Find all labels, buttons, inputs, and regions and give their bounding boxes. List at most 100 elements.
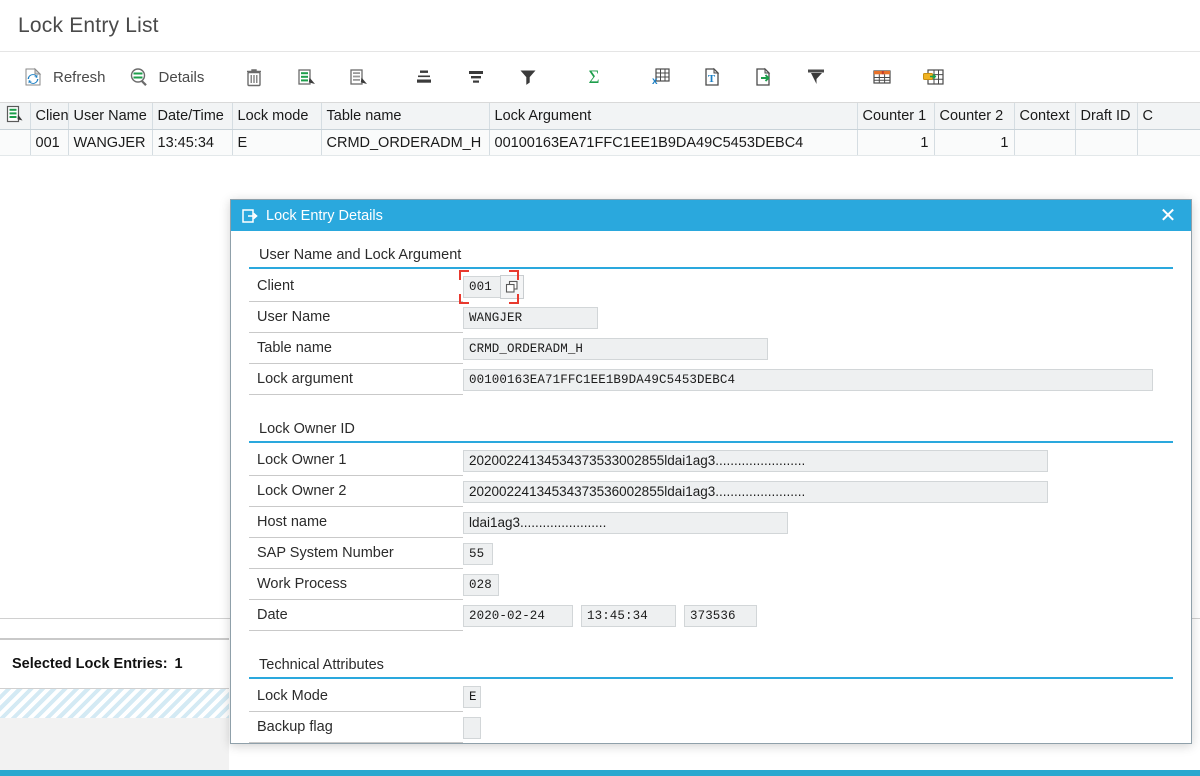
selected-entries-label: Selected Lock Entries: [12, 656, 168, 672]
filter-sort-button[interactable] [450, 59, 502, 95]
selected-entries-count: 1 [174, 656, 183, 672]
table-row[interactable]: 001 WANGJER 13:45:34 E CRMD_ORDERADM_H 0… [0, 129, 1200, 156]
field-row-lock-mode: Lock Mode E [249, 681, 1173, 712]
label-date: Date [249, 600, 463, 631]
delete-trash-icon [241, 64, 267, 90]
column-header-lock-mode[interactable]: Lock mode [232, 103, 322, 130]
host-name-input[interactable]: ldai1ag3....................... [463, 511, 788, 534]
change-layout-button[interactable] [856, 59, 908, 95]
app-title-bar: Lock Entry List [0, 0, 1200, 52]
cell-draft-id [1075, 129, 1138, 156]
select-all-rows-icon [5, 105, 25, 127]
cell-context [1014, 129, 1076, 156]
print-preview-button[interactable] [790, 59, 842, 95]
filter-funnel-icon [515, 64, 541, 90]
value-user-name: WANGJER [463, 302, 1173, 333]
dialog-title: Lock Entry Details [266, 207, 383, 224]
sum-sigma-icon: Σ [581, 64, 607, 90]
field-row-owner-1: Lock Owner 1 20200224134534373533002855l… [249, 445, 1173, 476]
svg-text:T: T [708, 73, 716, 85]
close-icon[interactable]: ✕ [1155, 203, 1181, 229]
time-input[interactable]: 13:45:34 [581, 604, 676, 627]
cell-client: 001 [30, 129, 69, 156]
svg-text:Σ: Σ [589, 67, 600, 88]
column-header-draft-id[interactable]: Draft ID [1075, 103, 1138, 130]
client-input[interactable]: 001 [463, 275, 501, 298]
refresh-button-label: Refresh [53, 68, 106, 86]
label-lock-owner-2: Lock Owner 2 [249, 476, 463, 507]
column-header-counter-1[interactable]: Counter 1 [857, 103, 935, 130]
field-row-client: Client 001 [249, 269, 1173, 304]
cell-lock-mode: E [232, 129, 322, 156]
filter-button[interactable] [502, 59, 554, 95]
work-process-input[interactable]: 028 [463, 573, 499, 596]
field-row-owner-2: Lock Owner 2 20200224134534373536002855l… [249, 476, 1173, 507]
lock-owner-1-input[interactable]: 20200224134534373533002855ldai1ag3......… [463, 449, 1048, 472]
sort-descending-icon [345, 64, 371, 90]
cell-lock-argument: 00100163EA71FFC1EE1B9DA49C5453DEBC4 [489, 129, 858, 156]
cell-c [1137, 129, 1200, 156]
column-header-table-name[interactable]: Table name [321, 103, 490, 130]
sort-ascending-button[interactable] [280, 59, 332, 95]
column-header-lock-argument[interactable]: Lock Argument [489, 103, 858, 130]
page-title: Lock Entry List [18, 14, 159, 37]
lock-argument-input[interactable]: 00100163EA71FFC1EE1B9DA49C5453DEBC4 [463, 368, 1153, 391]
lock-owner-2-input[interactable]: 20200224134534373536002855ldai1ag3......… [463, 480, 1048, 503]
value-date: 2020-02-24 13:45:34 373536 [463, 600, 1173, 631]
sort-descending-button[interactable] [332, 59, 384, 95]
value-backup-flag [463, 712, 1173, 743]
value-table-name: CRMD_ORDERADM_H [463, 333, 1173, 364]
delete-button[interactable] [228, 59, 280, 95]
select-layout-button[interactable] [908, 59, 960, 95]
value-lock-argument: 00100163EA71FFC1EE1B9DA49C5453DEBC4 [463, 364, 1173, 395]
field-row-table-name: Table name CRMD_ORDERADM_H [249, 333, 1173, 364]
label-table-name: Table name [249, 333, 463, 364]
microsecond-input[interactable]: 373536 [684, 604, 757, 627]
sap-system-number-input[interactable]: 55 [463, 542, 493, 565]
table-name-input[interactable]: CRMD_ORDERADM_H [463, 337, 768, 360]
lock-entry-details-dialog: Lock Entry Details ✕ User Name and Lock … [230, 199, 1192, 744]
value-work-process: 028 [463, 569, 1173, 600]
details-button[interactable]: Details [116, 59, 215, 95]
field-row-work-process: Work Process 028 [249, 569, 1173, 600]
column-header-date-time[interactable]: Date/Time [152, 103, 233, 130]
spreadsheet-export-icon: x [647, 64, 673, 90]
dialog-body: User Name and Lock Argument Client 001 U… [231, 231, 1191, 743]
column-header-context[interactable]: Context [1014, 103, 1076, 130]
set-filter-icon [411, 64, 437, 90]
bottom-accent-bar [0, 770, 1200, 776]
local-file-export-button[interactable] [738, 59, 790, 95]
backup-flag-input[interactable] [463, 716, 481, 739]
lock-mode-input[interactable]: E [463, 685, 481, 708]
label-lock-argument: Lock argument [249, 364, 463, 395]
refresh-icon [20, 64, 46, 90]
column-header-c[interactable]: C [1137, 103, 1200, 130]
change-layout-icon [869, 64, 895, 90]
label-work-process: Work Process [249, 569, 463, 600]
label-host-name: Host name [249, 507, 463, 538]
refresh-button[interactable]: Refresh [10, 59, 116, 95]
word-processing-button[interactable]: T [686, 59, 738, 95]
field-row-date: Date 2020-02-24 13:45:34 373536 [249, 600, 1173, 631]
user-name-input[interactable]: WANGJER [463, 306, 598, 329]
row-select-cell[interactable] [0, 129, 31, 156]
label-sap-system-number: SAP System Number [249, 538, 463, 569]
field-row-lock-argument: Lock argument 00100163EA71FFC1EE1B9DA49C… [249, 364, 1173, 395]
date-input[interactable]: 2020-02-24 [463, 604, 573, 627]
lock-entry-table: Client User Name Date/Time Lock mode Tab… [0, 103, 1200, 156]
set-filter-button[interactable] [398, 59, 450, 95]
column-header-counter-2[interactable]: Counter 2 [934, 103, 1015, 130]
spreadsheet-export-button[interactable]: x [634, 59, 686, 95]
value-help-icon[interactable] [500, 274, 524, 299]
field-row-backup-flag: Backup flag [249, 712, 1173, 743]
lower-background-area [0, 718, 229, 770]
cell-date-time: 13:45:34 [152, 129, 233, 156]
print-preview-icon [803, 64, 829, 90]
section-gap-2 [249, 631, 1173, 653]
subtotals-button[interactable]: Σ [568, 59, 620, 95]
word-processing-icon: T [699, 64, 725, 90]
select-all-header-cell[interactable] [0, 103, 31, 130]
column-header-user-name[interactable]: User Name [68, 103, 153, 130]
client-input-group[interactable]: 001 [459, 269, 524, 304]
column-header-client[interactable]: Client [30, 103, 69, 130]
